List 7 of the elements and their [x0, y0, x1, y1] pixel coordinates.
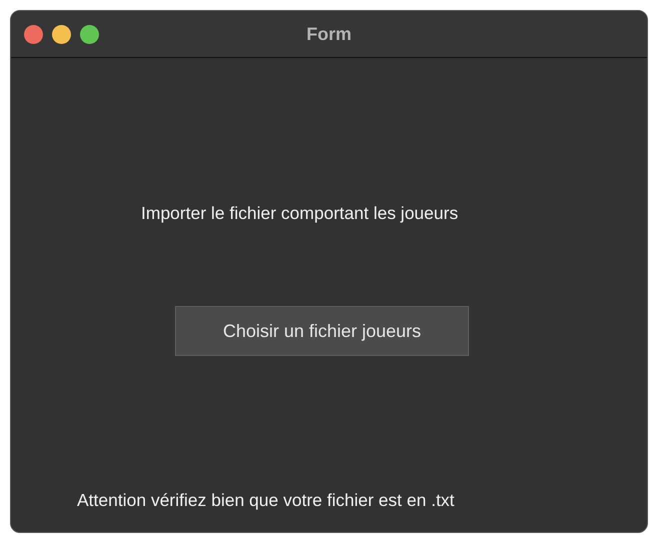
instruction-label: Importer le fichier comportant les joueurs [141, 203, 458, 224]
warning-label: Attention vérifiez bien que votre fichier est en .txt [77, 490, 454, 511]
close-button[interactable] [24, 24, 43, 44]
choose-file-button[interactable]: Choisir un fichier joueurs [175, 306, 469, 356]
window-title: Form [306, 24, 352, 44]
minimize-button[interactable] [52, 24, 71, 44]
zoom-button[interactable] [80, 24, 99, 44]
